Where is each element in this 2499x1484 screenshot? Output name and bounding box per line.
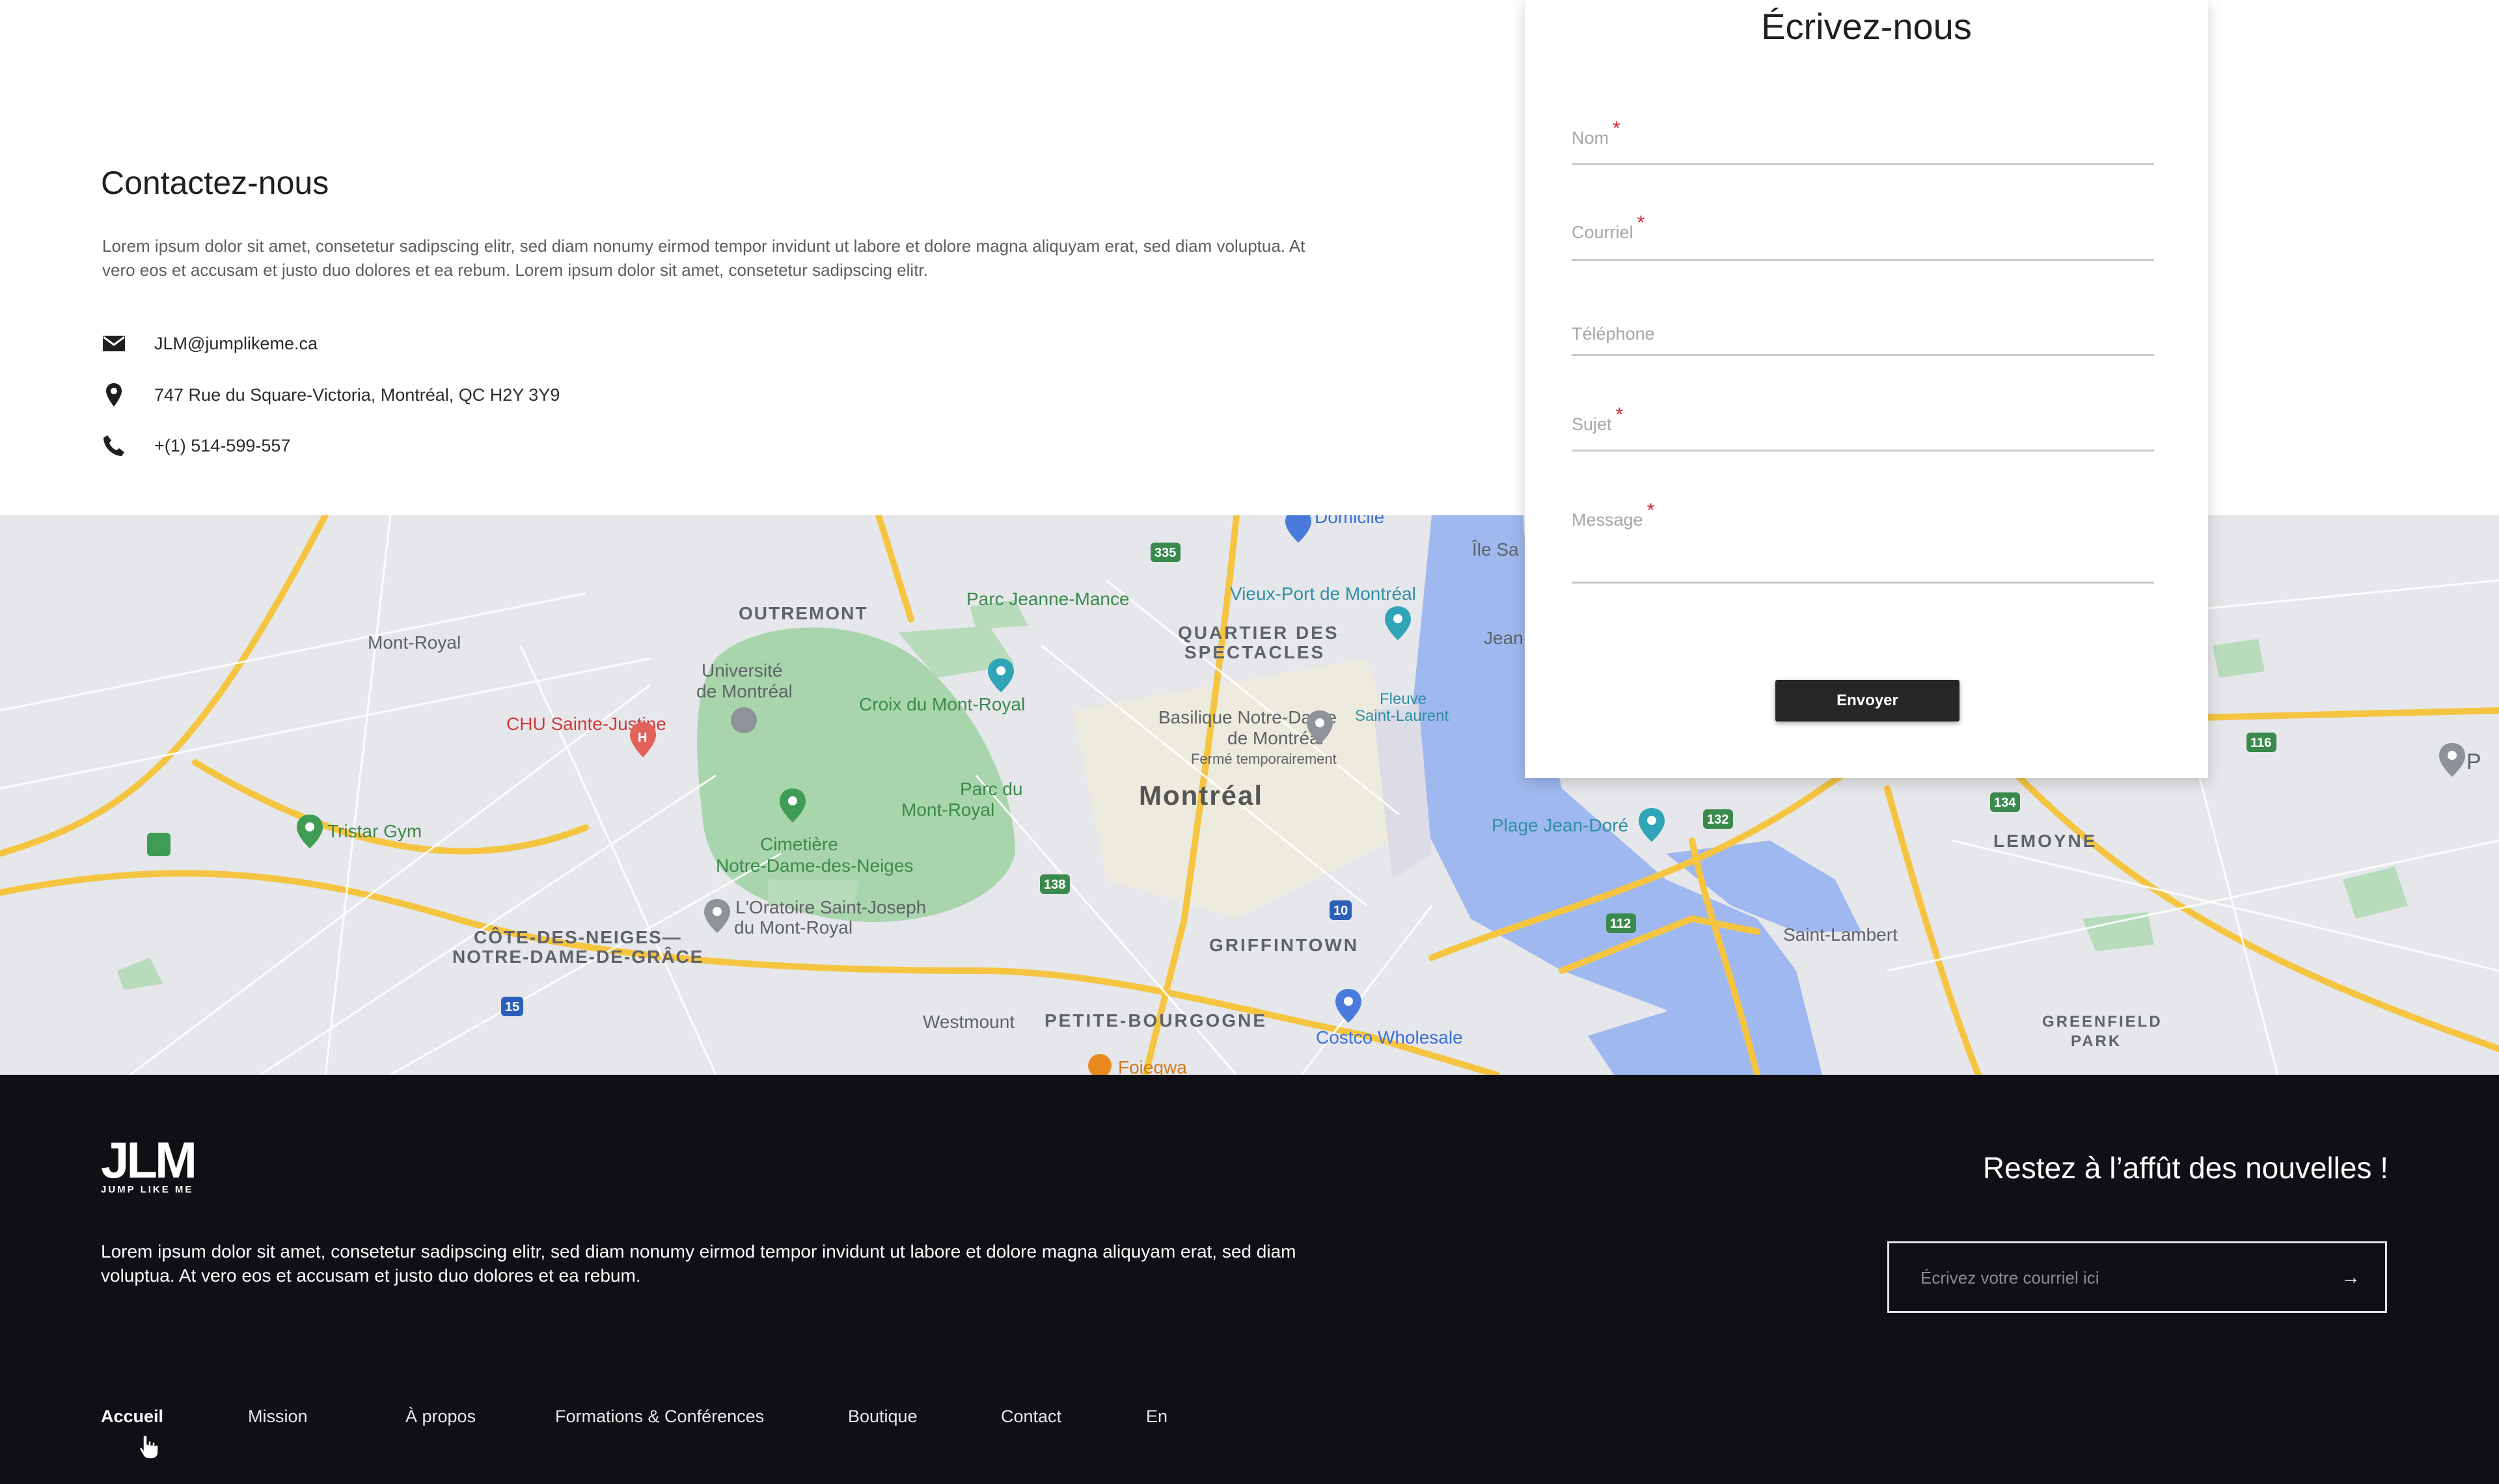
email-field-label: Courriel bbox=[1572, 223, 1633, 242]
map-label-petite-bourgogne: PETITE-BOURGOGNE bbox=[1045, 1010, 1267, 1031]
logo-tagline: JUMP LIKE ME bbox=[101, 1184, 194, 1195]
university-pin-icon[interactable] bbox=[731, 707, 757, 733]
map-label-montreal: Montréal bbox=[1139, 780, 1263, 811]
map-label-plage: Plage Jean-Doré bbox=[1492, 815, 1628, 835]
map-label-westmount: Westmount bbox=[923, 1012, 1015, 1032]
map-label-universite-2: de Montréal bbox=[696, 681, 793, 701]
contact-title: Contactez-nous bbox=[101, 165, 329, 201]
map-pin-icon bbox=[101, 382, 127, 408]
contact-description: Lorem ipsum dolor sit amet, consetetur s… bbox=[102, 236, 1305, 280]
footer-description: Lorem ipsum dolor sit amet, consetetur s… bbox=[101, 1241, 1296, 1286]
route-shield-112: 112 bbox=[1610, 917, 1631, 931]
contact-email[interactable]: JLM@jumplikeme.ca bbox=[154, 334, 318, 354]
map-label-fleuve-2: Saint-Laurent bbox=[1355, 707, 1449, 725]
footer: JLM JUMP LIKE ME Lorem ipsum dolor sit a… bbox=[0, 1075, 2499, 1484]
nav-mission[interactable]: Mission bbox=[248, 1407, 308, 1427]
required-mark: * bbox=[1613, 118, 1620, 139]
map-label-vieux-port: Vieux-Port de Montréal bbox=[1230, 584, 1416, 604]
route-shield-335: 335 bbox=[1154, 546, 1176, 560]
map-label-parc-du-1: Parc du bbox=[960, 779, 1023, 799]
jlm-logo[interactable]: JLM JUMP LIKE ME bbox=[101, 1131, 197, 1195]
map-label-mont-royal: Mont-Royal bbox=[368, 632, 461, 653]
phone-field-label: Téléphone bbox=[1572, 324, 1655, 344]
map-label-tristar: Tristar Gym bbox=[327, 821, 422, 841]
map-label-saint-lambert: Saint-Lambert bbox=[1783, 924, 1898, 945]
map-label-cdn-2: NOTRE-DAME-DE-GRÂCE bbox=[452, 947, 703, 967]
route-shield-15: 15 bbox=[505, 1000, 519, 1014]
send-button[interactable]: Envoyer bbox=[1775, 680, 1960, 722]
map-label-parc-jeanne-mance: Parc Jeanne-Mance bbox=[966, 589, 1130, 609]
message-field[interactable]: Message * bbox=[1572, 500, 2154, 584]
map-label-domicile: Domicile bbox=[1315, 515, 1384, 527]
nav-language-toggle[interactable]: En bbox=[1146, 1407, 1168, 1427]
contact-form-card: Écrivez-nous Nom * Courriel * Téléphone Su… bbox=[1525, 0, 2208, 778]
map-label-oratoire-1: L'Oratoire Saint-Joseph bbox=[735, 897, 926, 917]
required-mark: * bbox=[1646, 500, 1655, 521]
name-field[interactable]: Nom * bbox=[1572, 118, 2154, 165]
route-shield-10: 10 bbox=[1333, 904, 1348, 918]
svg-text:H: H bbox=[638, 731, 647, 745]
nav-a-propos[interactable]: À propos bbox=[405, 1407, 476, 1427]
arrow-right-icon[interactable]: → bbox=[2341, 1267, 2360, 1289]
nav-contact[interactable]: Contact bbox=[1001, 1407, 1061, 1427]
contact-phone[interactable]: +(1) 514-599-557 bbox=[154, 436, 290, 456]
grocery-pin-icon[interactable] bbox=[147, 833, 171, 856]
route-shield-116: 116 bbox=[2250, 736, 2271, 750]
contact-address-row: 747 Rue du Square-Victoria, Montréal, QC… bbox=[101, 379, 560, 411]
envelope-icon bbox=[101, 331, 127, 357]
map-label-griffintown: GRIFFINTOWN bbox=[1209, 935, 1359, 955]
email-field[interactable]: Courriel * bbox=[1572, 212, 2154, 261]
newsletter-email-input[interactable] bbox=[1919, 1243, 2312, 1312]
map-label-ile: Île Sa bbox=[1471, 539, 1519, 560]
subject-field-label: Sujet bbox=[1572, 414, 1612, 434]
map-label-foiegwa: Foiegwa bbox=[1118, 1057, 1187, 1075]
name-field-label: Nom bbox=[1572, 128, 1609, 148]
nav-accueil[interactable]: Accueil bbox=[101, 1407, 163, 1427]
contact-email-row[interactable]: JLM@jumplikeme.ca bbox=[101, 327, 318, 360]
nav-boutique[interactable]: Boutique bbox=[848, 1407, 918, 1427]
map-label-fleuve-1: Fleuve bbox=[1380, 690, 1427, 708]
map-label-cimetiere-2: Notre-Dame-des-Neiges bbox=[716, 856, 913, 876]
logo-text: JLM bbox=[101, 1131, 197, 1189]
phone-field[interactable]: Téléphone bbox=[1572, 324, 2154, 356]
contact-phone-row[interactable]: +(1) 514-599-557 bbox=[101, 429, 290, 462]
contact-address: 747 Rue du Square-Victoria, Montréal, QC… bbox=[154, 384, 560, 405]
route-shield-134: 134 bbox=[1994, 796, 2016, 810]
map-label-lemoyne: LEMOYNE bbox=[1993, 831, 2097, 851]
map-label-p: P bbox=[2466, 749, 2481, 774]
map-label-greenfield-2: PARK bbox=[2071, 1032, 2122, 1050]
map-label-greenfield-1: GREENFIELD bbox=[2042, 1013, 2163, 1031]
form-title: Écrivez-nous bbox=[1761, 6, 1972, 47]
map-label-jean: Jean bbox=[1484, 628, 1523, 648]
map-label-outremont: OUTREMONT bbox=[739, 603, 867, 623]
map-label-universite-1: Université bbox=[702, 660, 782, 681]
phone-icon bbox=[101, 433, 127, 459]
map-label-cimetiere-1: Cimetière bbox=[760, 834, 838, 854]
message-field-label: Message bbox=[1572, 510, 1643, 530]
map-label-quartier-2: SPECTACLES bbox=[1184, 642, 1325, 662]
map-label-quartier-1: QUARTIER DES bbox=[1178, 623, 1339, 643]
map-label-parc-du-2: Mont-Royal bbox=[901, 800, 994, 820]
map-label-croix: Croix du Mont-Royal bbox=[859, 694, 1025, 714]
nav-formations[interactable]: Formations & Conférences bbox=[555, 1407, 764, 1427]
route-shield-132: 132 bbox=[1707, 813, 1728, 827]
required-mark: * bbox=[1637, 212, 1645, 234]
map-label-basilique-3: Fermé temporairement bbox=[1191, 751, 1337, 767]
newsletter-form: → bbox=[1887, 1241, 2387, 1313]
map-label-costco: Costco Wholesale bbox=[1316, 1027, 1463, 1047]
hand-cursor-icon bbox=[139, 1434, 159, 1463]
subject-field[interactable]: Sujet * bbox=[1572, 404, 2154, 452]
map-label-oratoire-2: du Mont-Royal bbox=[734, 917, 853, 938]
newsletter-title: Restez à l’affût des nouvelles ! bbox=[1982, 1151, 2388, 1185]
map-label-cdn-1: CÔTE-DES-NEIGES— bbox=[474, 926, 682, 947]
required-mark: * bbox=[1615, 404, 1624, 425]
route-shield-138: 138 bbox=[1044, 878, 1065, 892]
